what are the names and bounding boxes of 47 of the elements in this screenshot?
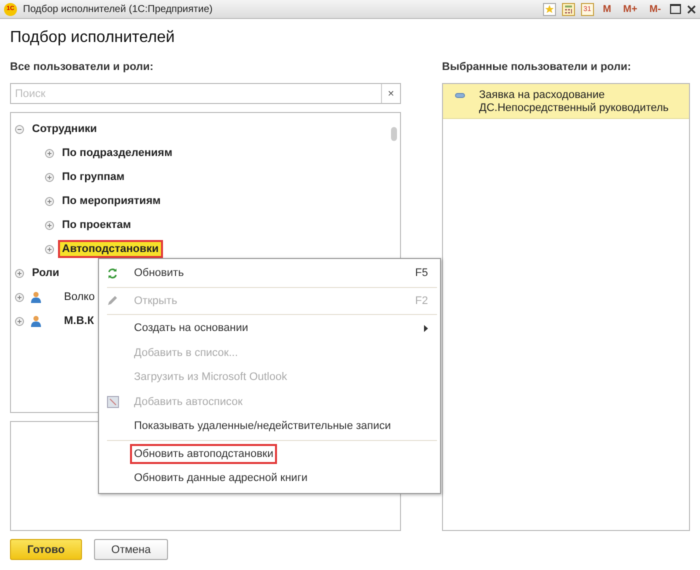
tree-item[interactable]: По мероприятиям bbox=[60, 194, 163, 208]
role-text: Заявка на расходование ДС.Непосредственный руководитель bbox=[479, 89, 670, 115]
tree-item[interactable]: Волко bbox=[62, 290, 97, 304]
user-icon bbox=[30, 291, 42, 303]
expand-icon[interactable] bbox=[45, 172, 54, 182]
user-icon bbox=[30, 315, 42, 327]
close-icon[interactable] bbox=[687, 4, 696, 14]
expand-icon[interactable] bbox=[45, 244, 54, 254]
tree-item[interactable]: Автоподстановки bbox=[60, 242, 161, 256]
menu-item[interactable]: Обновить автоподстановки bbox=[132, 446, 276, 462]
section-label: Выбранные пользователи и роли: bbox=[442, 61, 632, 75]
list-icon bbox=[107, 396, 119, 408]
cancel-button[interactable]: Отмена bbox=[94, 539, 168, 560]
menu-item[interactable]: Показывать удаленные/недействительные записи bbox=[132, 418, 393, 434]
shortcut-label: F2 bbox=[415, 294, 428, 307]
section-label: Все пользователи и роли: bbox=[10, 61, 154, 75]
memory-button[interactable]: M- bbox=[646, 4, 664, 14]
form-heading: Подбор исполнителей bbox=[10, 29, 176, 47]
tree-item[interactable]: М.В.К bbox=[62, 314, 96, 328]
role-icon bbox=[455, 93, 465, 98]
calculator-icon[interactable] bbox=[562, 2, 575, 16]
pencil-icon bbox=[107, 295, 118, 306]
tree-item[interactable]: Сотрудники bbox=[30, 122, 99, 136]
collapse-icon[interactable] bbox=[15, 124, 24, 134]
menu-item[interactable]: Обновить bbox=[132, 265, 186, 282]
memory-button[interactable]: M bbox=[600, 4, 614, 14]
tree-item[interactable]: По группам bbox=[60, 170, 126, 184]
expand-icon[interactable] bbox=[15, 292, 24, 302]
expand-icon[interactable] bbox=[45, 148, 54, 158]
memory-button[interactable]: M+ bbox=[620, 4, 640, 14]
refresh-icon bbox=[107, 268, 118, 279]
expand-icon[interactable] bbox=[45, 220, 54, 230]
menu-item[interactable]: Создать на основании bbox=[132, 320, 250, 336]
expand-icon[interactable] bbox=[45, 196, 54, 206]
expand-icon[interactable] bbox=[15, 316, 24, 326]
expand-icon[interactable] bbox=[15, 268, 24, 278]
done-button[interactable]: Готово bbox=[10, 539, 82, 560]
search-field[interactable]: Поиск × bbox=[10, 83, 401, 104]
star-icon[interactable] bbox=[542, 2, 556, 16]
tree-item[interactable]: По проектам bbox=[60, 218, 134, 232]
maximize-icon[interactable] bbox=[670, 4, 681, 14]
list-row[interactable]: Заявка на расходование ДС.Непосредственный руководитель bbox=[443, 84, 689, 119]
tree-item[interactable]: По подразделениям bbox=[60, 146, 174, 160]
shortcut-label: F5 bbox=[415, 267, 428, 280]
menu-item[interactable]: Обновить данные адресной книги bbox=[132, 470, 310, 486]
window-title: Подбор исполнителей (1С:Предприятие) bbox=[23, 4, 214, 14]
tree-item[interactable]: Роли bbox=[30, 266, 62, 280]
